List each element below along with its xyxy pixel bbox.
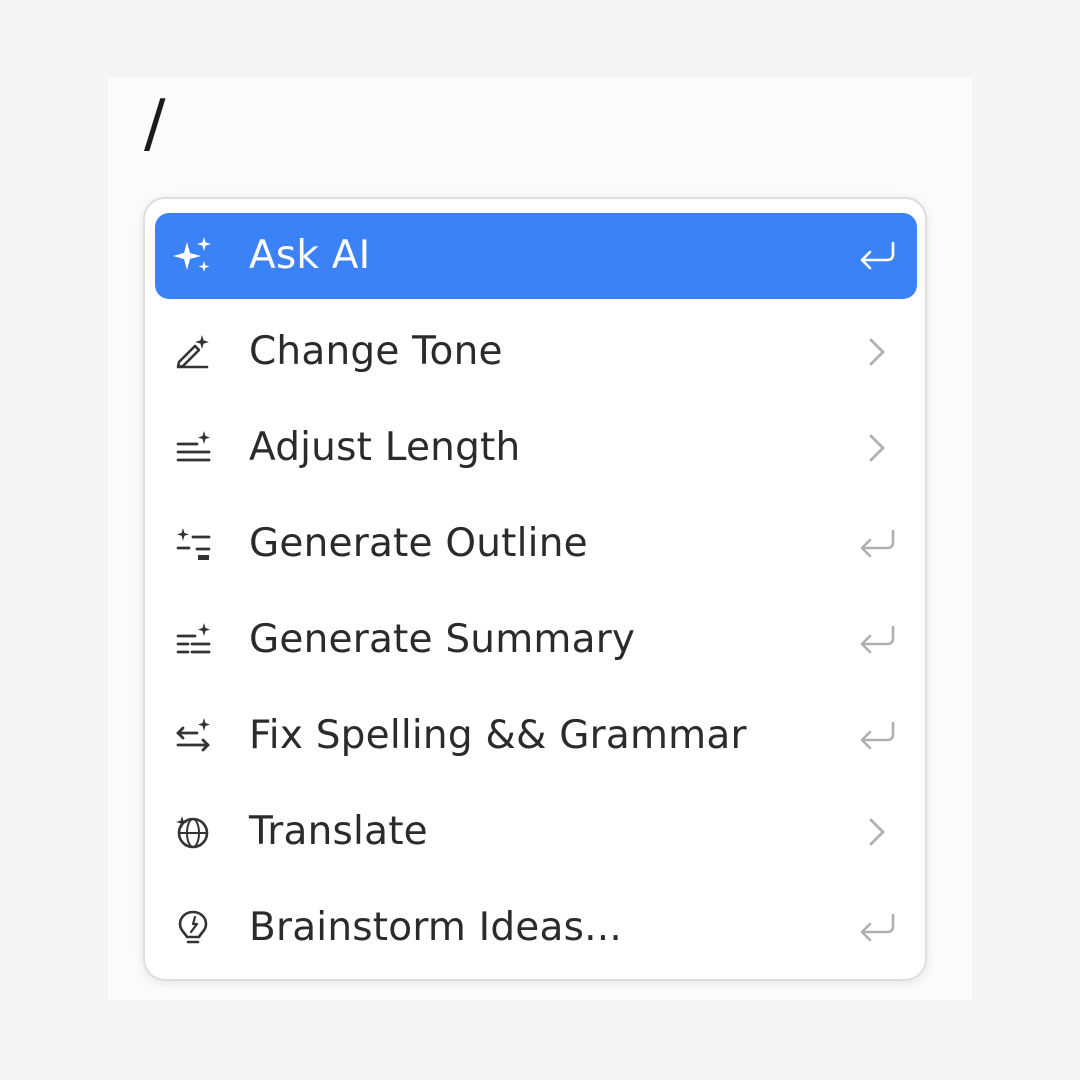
translate-icon bbox=[171, 810, 215, 854]
menu-item-change-tone[interactable]: Change Tone bbox=[155, 309, 917, 395]
ai-command-menu: Ask AI Change Tone Adjust Length Generat… bbox=[143, 197, 927, 981]
lines-sparkle-icon bbox=[171, 426, 215, 470]
menu-item-generate-outline[interactable]: Generate Outline bbox=[155, 501, 917, 587]
enter-icon bbox=[855, 234, 899, 278]
slash-command-text: / bbox=[144, 87, 166, 161]
menu-item-brainstorm-ideas[interactable]: Brainstorm Ideas... bbox=[155, 885, 917, 971]
outline-sparkle-icon bbox=[171, 522, 215, 566]
enter-icon bbox=[855, 714, 899, 758]
swap-sparkle-icon bbox=[171, 714, 215, 758]
enter-icon bbox=[855, 906, 899, 950]
menu-item-generate-summary[interactable]: Generate Summary bbox=[155, 597, 917, 683]
chevron-right-icon bbox=[855, 810, 899, 854]
sparkles-icon bbox=[171, 234, 215, 278]
lightbulb-icon bbox=[171, 906, 215, 950]
chevron-right-icon bbox=[855, 426, 899, 470]
enter-icon bbox=[855, 618, 899, 662]
menu-item-label: Ask AI bbox=[249, 233, 371, 278]
menu-item-label: Adjust Length bbox=[249, 425, 521, 470]
menu-item-ask-ai[interactable]: Ask AI bbox=[155, 213, 917, 299]
menu-item-label: Brainstorm Ideas... bbox=[249, 905, 622, 950]
menu-item-label: Translate bbox=[249, 809, 428, 854]
menu-item-label: Generate Summary bbox=[249, 617, 636, 662]
menu-item-label: Fix Spelling && Grammar bbox=[249, 713, 747, 758]
pen-sparkle-icon bbox=[171, 330, 215, 374]
summary-sparkle-icon bbox=[171, 618, 215, 662]
menu-item-adjust-length[interactable]: Adjust Length bbox=[155, 405, 917, 491]
menu-item-label: Change Tone bbox=[249, 329, 503, 374]
menu-item-label: Generate Outline bbox=[249, 521, 588, 566]
chevron-right-icon bbox=[855, 330, 899, 374]
enter-icon bbox=[855, 522, 899, 566]
menu-item-translate[interactable]: Translate bbox=[155, 789, 917, 875]
menu-item-fix-spelling-grammar[interactable]: Fix Spelling && Grammar bbox=[155, 693, 917, 779]
